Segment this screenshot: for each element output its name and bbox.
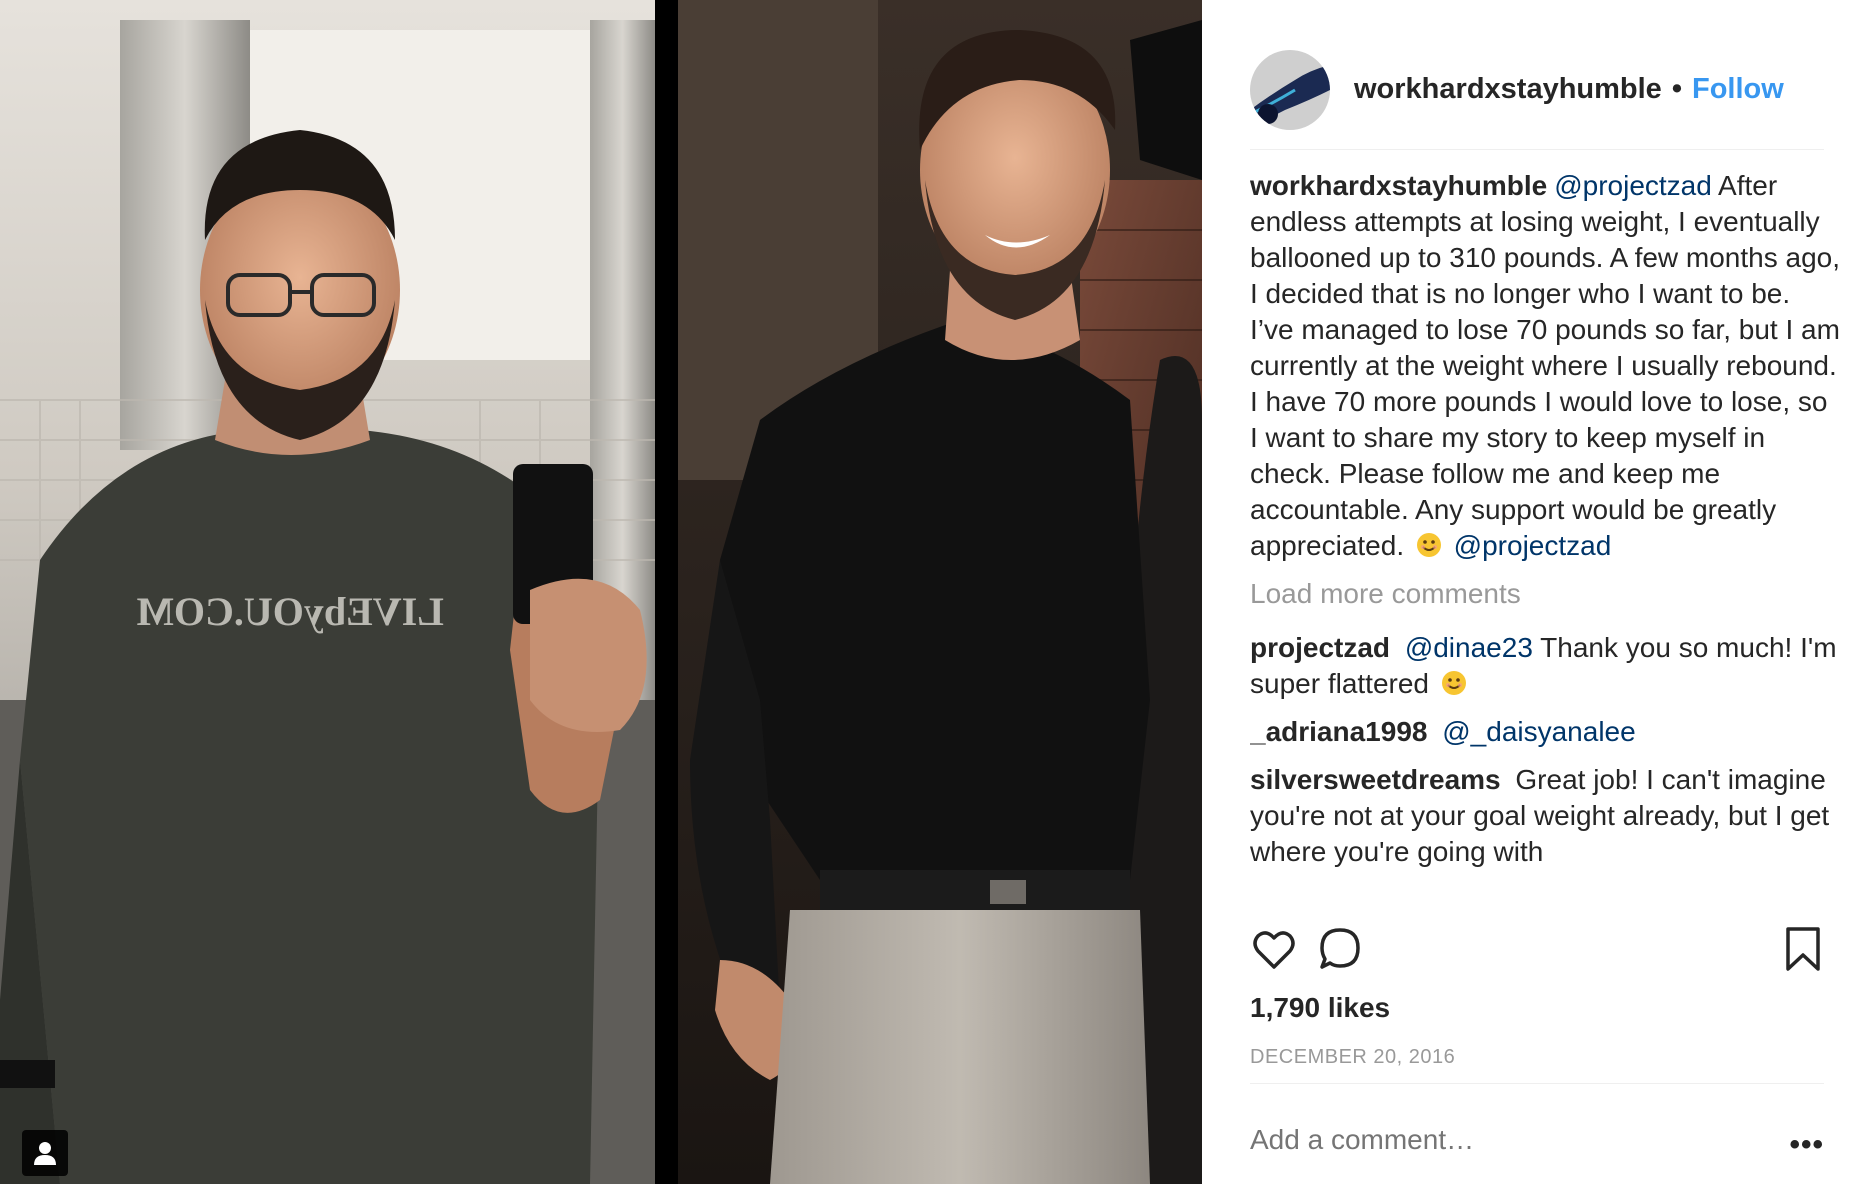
heart-icon[interactable] bbox=[1250, 925, 1298, 973]
add-comment-input[interactable] bbox=[1250, 1124, 1730, 1156]
comment-mention[interactable]: @dinae23 bbox=[1405, 632, 1533, 663]
before-photo: LIVEbyOU.COM bbox=[0, 0, 655, 1184]
post-header: workhardxstayhumble • Follow bbox=[1250, 30, 1824, 150]
caption-username[interactable]: workhardxstayhumble bbox=[1250, 170, 1547, 201]
smiling-emoji-icon bbox=[1416, 533, 1441, 557]
post-photo[interactable]: LIVEbyOU.COM bbox=[0, 0, 1202, 1184]
comment-item: silversweetdreams Great job! I can't ima… bbox=[1250, 762, 1840, 870]
after-photo bbox=[678, 0, 1202, 1184]
likes-count[interactable]: 1,790 likes bbox=[1250, 992, 1390, 1024]
before-after-photo: LIVEbyOU.COM bbox=[0, 0, 1202, 1184]
caption-mention-start[interactable]: @projectzad bbox=[1554, 170, 1712, 201]
user-tag-icon[interactable] bbox=[22, 1130, 68, 1176]
post-author-username[interactable]: workhardxstayhumble bbox=[1354, 73, 1662, 106]
more-options-icon[interactable]: ••• bbox=[1789, 1128, 1824, 1162]
caption-text: After endless attempts at losing weight,… bbox=[1250, 170, 1840, 561]
comment-item: _adriana1998 @_daisyanalee bbox=[1250, 714, 1840, 750]
follow-button[interactable]: Follow bbox=[1692, 73, 1784, 106]
separator-dot: • bbox=[1671, 73, 1682, 105]
avatar[interactable] bbox=[1250, 49, 1330, 130]
action-bar bbox=[1250, 925, 1830, 981]
post-side-panel: workhardxstayhumble • Follow workhardxst… bbox=[1202, 0, 1874, 1184]
comment-mention[interactable]: @_daisyanalee bbox=[1442, 716, 1635, 747]
comment-bubble-icon[interactable] bbox=[1316, 925, 1364, 973]
bookmark-icon[interactable] bbox=[1782, 925, 1824, 973]
shirt-print: LIVEbyOU.COM bbox=[136, 589, 444, 634]
comments-list: workhardxstayhumble @projectzad After end… bbox=[1250, 168, 1840, 908]
caption-mention-end[interactable]: @projectzad bbox=[1454, 530, 1612, 561]
load-more-comments-button[interactable]: Load more comments bbox=[1250, 576, 1840, 612]
comment-username[interactable]: _adriana1998 bbox=[1250, 716, 1427, 747]
smiling-emoji-icon bbox=[1441, 671, 1466, 695]
comment-username[interactable]: projectzad bbox=[1250, 632, 1390, 663]
comment-item: projectzad @dinae23 Thank you so much! I… bbox=[1250, 630, 1840, 702]
comment-username[interactable]: silversweetdreams bbox=[1250, 764, 1501, 795]
post-date[interactable]: DECEMBER 20, 2016 bbox=[1250, 1046, 1455, 1069]
add-comment-row: ••• bbox=[1250, 1083, 1824, 1184]
caption: workhardxstayhumble @projectzad After end… bbox=[1250, 168, 1840, 564]
